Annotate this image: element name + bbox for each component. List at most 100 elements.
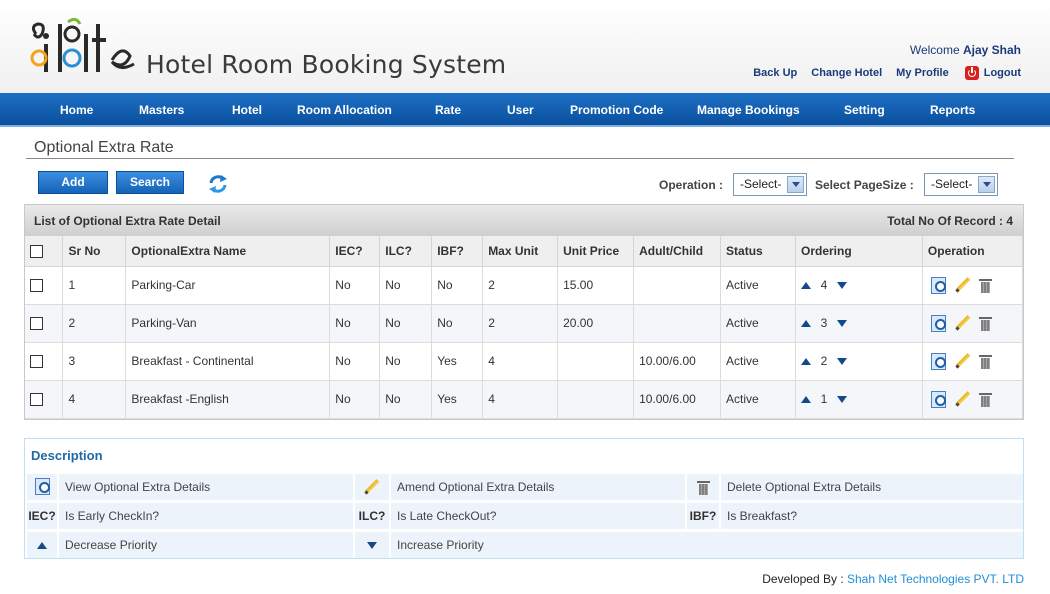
pencil-icon[interactable]: [955, 277, 971, 293]
cell-unit-price: [557, 342, 635, 381]
cell-adult-child: [633, 304, 722, 343]
nav-hotel[interactable]: Hotel: [232, 93, 262, 127]
col-ilc[interactable]: ILC?: [379, 236, 433, 267]
back-up-link[interactable]: Back Up: [753, 67, 797, 79]
arrow-down-icon[interactable]: [837, 281, 847, 289]
cell-ordering: 3: [795, 304, 923, 343]
trash-icon[interactable]: [978, 354, 992, 369]
pagesize-select[interactable]: -Select-: [924, 173, 998, 196]
nav-manage-bookings[interactable]: Manage Bookings: [697, 93, 800, 127]
grid-caption: List of Optional Extra Rate Detail Total…: [25, 205, 1023, 236]
view-icon[interactable]: [930, 390, 947, 408]
arrow-up-icon[interactable]: [801, 319, 811, 327]
arrow-up-icon[interactable]: [801, 281, 811, 289]
col-name[interactable]: OptionalExtra Name: [125, 236, 331, 267]
search-button[interactable]: Search: [116, 171, 184, 194]
optional-extra-grid: List of Optional Extra Rate Detail Total…: [24, 204, 1024, 420]
operation-select[interactable]: -Select-: [733, 173, 807, 196]
row-checkbox-cell: [25, 266, 64, 305]
cell-status: Active: [720, 304, 796, 343]
cell-unit-price: [557, 380, 635, 419]
grid-table: Sr No OptionalExtra Name IEC? ILC? IBF? …: [25, 236, 1024, 419]
nav-setting[interactable]: Setting: [844, 93, 885, 127]
row-checkbox[interactable]: [30, 279, 43, 293]
col-iec[interactable]: IEC?: [329, 236, 381, 267]
pagesize-select-value: -Select-: [931, 177, 973, 191]
arrow-up-icon[interactable]: [801, 357, 811, 365]
cell-status: Active: [720, 342, 796, 381]
view-icon[interactable]: [930, 276, 947, 294]
col-adult-child[interactable]: Adult/Child: [633, 236, 722, 267]
arrow-down-icon[interactable]: [837, 357, 847, 365]
cell-ibf: Yes: [431, 342, 484, 381]
cell-ilc: No: [379, 304, 433, 343]
welcome-text: Welcome Ajay Shah: [910, 43, 1021, 57]
nav-room-allocation[interactable]: Room Allocation: [297, 93, 392, 127]
col-ordering[interactable]: Ordering: [795, 236, 923, 267]
cell-ordering: 4: [795, 266, 923, 305]
arrow-down-icon[interactable]: [837, 319, 847, 327]
cell-max-unit: 4: [482, 342, 559, 381]
refresh-icon[interactable]: [207, 173, 229, 195]
col-status[interactable]: Status: [720, 236, 796, 267]
col-unit-price[interactable]: Unit Price: [557, 236, 635, 267]
nav-rate[interactable]: Rate: [435, 93, 461, 127]
cell-adult-child: [633, 266, 722, 305]
row-checkbox[interactable]: [30, 355, 43, 369]
logout-link[interactable]: Logout: [984, 67, 1021, 79]
operation-label: Operation :: [659, 178, 724, 192]
cell-unit-price: 20.00: [557, 304, 635, 343]
nav-reports[interactable]: Reports: [930, 93, 975, 127]
legend-ilc-key: ILC?: [355, 503, 389, 529]
legend-down-cell: [355, 532, 389, 558]
row-checkbox[interactable]: [30, 393, 43, 407]
order-number: 1: [820, 392, 828, 407]
pagesize-label: Select PageSize :: [815, 178, 914, 192]
nav-masters[interactable]: Masters: [139, 93, 184, 127]
cell-ilc: No: [379, 266, 433, 305]
change-hotel-link[interactable]: Change Hotel: [811, 67, 882, 79]
legend-view-cell: [27, 474, 57, 500]
cell-sr: 2: [62, 304, 127, 343]
trash-icon[interactable]: [978, 392, 992, 407]
nav-promotion-code[interactable]: Promotion Code: [570, 93, 663, 127]
pencil-icon[interactable]: [955, 315, 971, 331]
pencil-icon[interactable]: [955, 391, 971, 407]
col-max-unit[interactable]: Max Unit: [482, 236, 559, 267]
grid-caption-title: List of Optional Extra Rate Detail: [34, 214, 221, 228]
order-number: 3: [820, 316, 828, 331]
table-row: 3 Breakfast - Continental No No Yes 4 10…: [25, 342, 1024, 381]
add-button[interactable]: Add: [38, 171, 108, 194]
footer-company-link[interactable]: Shah Net Technologies PVT. LTD: [847, 572, 1024, 586]
arrow-down-icon: [367, 542, 377, 550]
cell-max-unit: 4: [482, 380, 559, 419]
main-nav: Home Masters Hotel Room Allocation Rate …: [0, 93, 1050, 127]
select-all-checkbox[interactable]: [30, 244, 43, 258]
arrow-down-icon[interactable]: [837, 395, 847, 403]
view-icon[interactable]: [930, 314, 947, 332]
col-sr-no[interactable]: Sr No: [62, 236, 127, 267]
app-title: Hotel Room Booking System: [146, 50, 507, 79]
cell-ilc: No: [379, 342, 433, 381]
col-ibf[interactable]: IBF?: [431, 236, 484, 267]
row-checkbox[interactable]: [30, 317, 43, 331]
cell-status: Active: [720, 380, 796, 419]
trash-icon[interactable]: [978, 316, 992, 331]
view-icon[interactable]: [930, 352, 947, 370]
cell-ibf: No: [431, 266, 484, 305]
nav-user[interactable]: User: [507, 93, 534, 127]
trash-icon[interactable]: [978, 278, 992, 293]
power-icon[interactable]: [964, 66, 979, 80]
cell-iec: No: [329, 304, 381, 343]
table-row: 4 Breakfast -English No No Yes 4 10.00/6…: [25, 380, 1024, 419]
cell-max-unit: 2: [482, 304, 559, 343]
arrow-up-icon[interactable]: [801, 395, 811, 403]
description-row: Decrease Priority Increase Priority: [27, 532, 1023, 558]
grid-header-row: Sr No OptionalExtra Name IEC? ILC? IBF? …: [25, 236, 1024, 267]
legend-increase-text: Increase Priority: [391, 532, 1023, 558]
my-profile-link[interactable]: My Profile: [896, 67, 949, 79]
cell-ordering: 1: [795, 380, 923, 419]
cell-ordering: 2: [795, 342, 923, 381]
pencil-icon[interactable]: [955, 353, 971, 369]
nav-home[interactable]: Home: [60, 93, 93, 127]
